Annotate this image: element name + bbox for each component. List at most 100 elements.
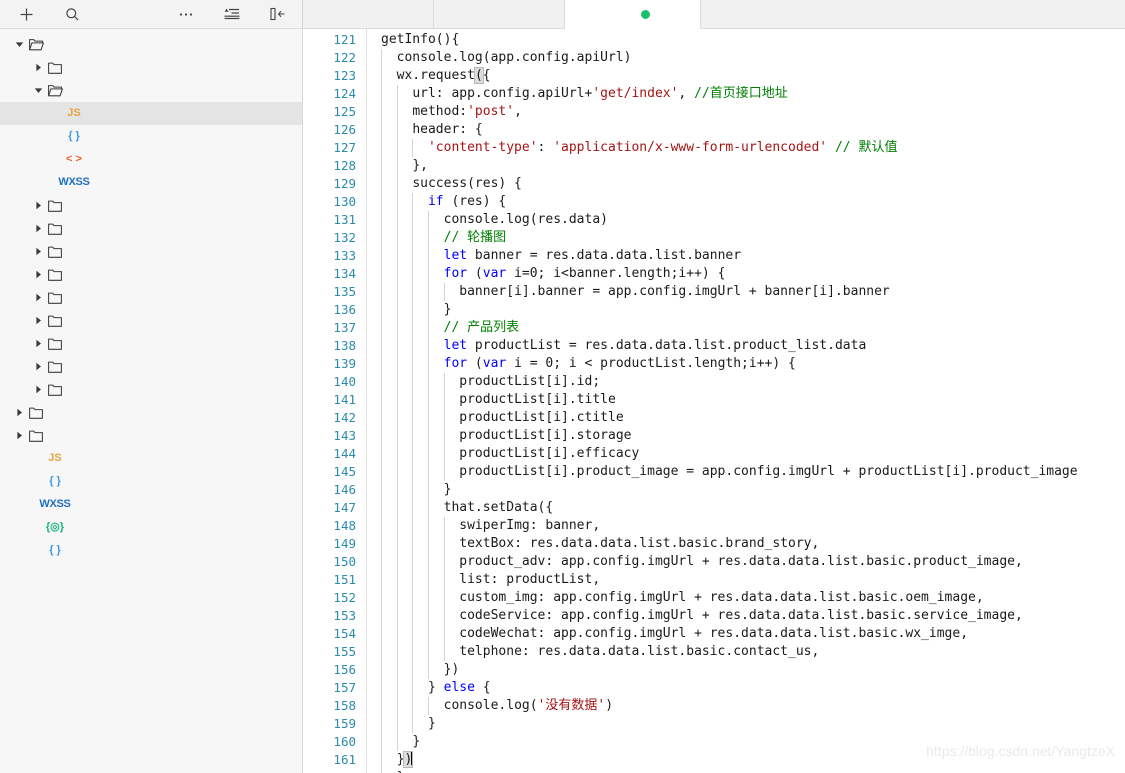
tree-item-app-js[interactable]: JS [0, 447, 302, 470]
code-line[interactable]: let banner = res.data.data.list.banner [381, 247, 1125, 265]
code-line[interactable]: if (res) { [381, 193, 1125, 211]
code-token: codeService: app.config.imgUrl + res.dat… [459, 608, 1023, 623]
chevron-down-icon[interactable] [31, 79, 45, 102]
line-number: 121 [333, 32, 356, 47]
code-line[interactable]: productList[i].ctitle [381, 409, 1125, 427]
tree-item-images[interactable] [0, 56, 302, 79]
chevron-right-icon[interactable] [31, 378, 45, 401]
code-line[interactable]: productList[i].id; [381, 373, 1125, 391]
tree-item-subject[interactable] [0, 378, 302, 401]
tree-item-news[interactable] [0, 240, 302, 263]
code-line[interactable]: // 轮播图 [381, 229, 1125, 247]
tree-item-product[interactable] [0, 286, 302, 309]
code-line[interactable]: textBox: res.data.data.list.basic.brand_… [381, 535, 1125, 553]
code-line[interactable]: 'content-type': 'application/x-www-form-… [381, 139, 1125, 157]
tree-item-search[interactable] [0, 332, 302, 355]
chevron-right-icon[interactable] [31, 240, 45, 263]
code-line[interactable]: console.log(res.data) [381, 211, 1125, 229]
tree-item-serve[interactable] [0, 355, 302, 378]
code-line[interactable]: wx.request({ [381, 67, 1125, 85]
tree-item-sitemap-json[interactable]: { } [0, 539, 302, 562]
chevron-right-icon[interactable] [31, 355, 45, 378]
collapse-sidebar-icon[interactable] [266, 2, 290, 26]
code-line[interactable]: list: productList, [381, 571, 1125, 589]
tree-item-wxparse[interactable] [0, 424, 302, 447]
code-line[interactable]: console.log('没有数据') [381, 697, 1125, 715]
tree-item-app-json[interactable]: { } [0, 470, 302, 493]
chevron-right-icon[interactable] [31, 332, 45, 355]
chevron-right-icon[interactable] [12, 424, 26, 447]
tree-item-productdetails[interactable] [0, 309, 302, 332]
chevron-right-icon[interactable] [31, 194, 45, 217]
code-line[interactable]: method:'post', [381, 103, 1125, 121]
code-token: else [443, 680, 475, 695]
tree-item-index-js[interactable]: JS [0, 102, 302, 125]
tree-item-newsdetails[interactable] [0, 263, 302, 286]
more-options-icon[interactable] [174, 2, 198, 26]
chevron-right-icon[interactable] [31, 56, 45, 79]
chevron-right-icon[interactable] [31, 217, 45, 240]
chevron-down-icon[interactable] [12, 33, 26, 56]
code-line[interactable]: custom_img: app.config.imgUrl + res.data… [381, 589, 1125, 607]
code-line[interactable]: codeWechat: app.config.imgUrl + res.data… [381, 625, 1125, 643]
tree-item-js[interactable] [0, 194, 302, 217]
code-line[interactable]: url: app.config.apiUrl+'get/index', //首页… [381, 85, 1125, 103]
code-token: } [443, 482, 452, 497]
tree-item-logs[interactable] [0, 217, 302, 240]
tree-item-index-json[interactable]: { } [0, 125, 302, 148]
code-line[interactable]: productList[i].storage [381, 427, 1125, 445]
code-line[interactable]: success(res) { [381, 175, 1125, 193]
tree-item-app-wxss[interactable]: WXSS [0, 493, 302, 516]
tab-index-js[interactable] [565, 0, 701, 29]
code-token: for [443, 356, 468, 371]
code-line[interactable]: } else { [381, 679, 1125, 697]
code-line[interactable]: }, [381, 157, 1125, 175]
code-line[interactable]: }) [381, 661, 1125, 679]
code-line[interactable]: // 产品列表 [381, 319, 1125, 337]
tree-item-index[interactable] [0, 79, 302, 102]
tab-config-js[interactable] [434, 0, 565, 28]
file-tree[interactable]: JS { } < > WXSS JS { } WXSS {◎} { } [0, 29, 302, 773]
code-line[interactable]: productList[i].efficacy [381, 445, 1125, 463]
code-line[interactable]: telphone: res.data.data.list.basic.conta… [381, 643, 1125, 661]
tree-item-index-wxss[interactable]: WXSS [0, 171, 302, 194]
code-line[interactable]: } [381, 769, 1125, 773]
folder-icon [26, 401, 46, 424]
chevron-right-icon[interactable] [31, 309, 45, 332]
tree-item-utils[interactable] [0, 401, 302, 424]
code-token: i=0; i<banner.length;i++) { [506, 266, 726, 281]
code-line[interactable]: for (var i = 0; i < productList.length;i… [381, 355, 1125, 373]
new-file-icon[interactable] [14, 2, 38, 26]
code-line[interactable]: swiperImg: banner, [381, 517, 1125, 535]
chevron-right-icon[interactable] [12, 401, 26, 424]
code-line[interactable]: banner[i].banner = app.config.imgUrl + b… [381, 283, 1125, 301]
tree-item-pages[interactable] [0, 33, 302, 56]
code-line[interactable]: } [381, 301, 1125, 319]
search-icon[interactable] [60, 2, 84, 26]
code-line[interactable]: codeService: app.config.imgUrl + res.dat… [381, 607, 1125, 625]
watermark: https://blog.csdn.net/YangtzeX [926, 743, 1115, 759]
code-line[interactable]: console.log(app.config.apiUrl) [381, 49, 1125, 67]
chevron-right-icon[interactable] [31, 263, 45, 286]
code-line[interactable]: that.setData({ [381, 499, 1125, 517]
code-line[interactable]: productList[i].title [381, 391, 1125, 409]
sort-icon[interactable] [220, 2, 244, 26]
code-line[interactable]: let productList = res.data.data.list.pro… [381, 337, 1125, 355]
tree-item-project-config-json[interactable]: {◎} [0, 516, 302, 539]
code-line[interactable]: getInfo(){ [381, 31, 1125, 49]
tab-app-js[interactable] [303, 0, 434, 28]
code-token: console.log(res.data) [443, 212, 608, 227]
code-token: } [427, 680, 444, 695]
code-token: let [443, 248, 468, 263]
code-line[interactable]: } [381, 481, 1125, 499]
code-content[interactable]: getInfo(){ console.log(app.config.apiUrl… [367, 29, 1125, 773]
tree-item-index-wxml[interactable]: < > [0, 148, 302, 171]
code-line[interactable]: product_adv: app.config.imgUrl + res.dat… [381, 553, 1125, 571]
code-token: (res) { [443, 194, 507, 209]
code-line[interactable]: header: { [381, 121, 1125, 139]
chevron-right-icon[interactable] [31, 286, 45, 309]
code-line[interactable]: for (var i=0; i<banner.length;i++) { [381, 265, 1125, 283]
code-line[interactable]: } [381, 715, 1125, 733]
code-line[interactable]: productList[i].product_image = app.confi… [381, 463, 1125, 481]
code-editor[interactable]: 121 122 123 124 125 126 127 128 129 130 131 132 133 1… [303, 29, 1125, 773]
